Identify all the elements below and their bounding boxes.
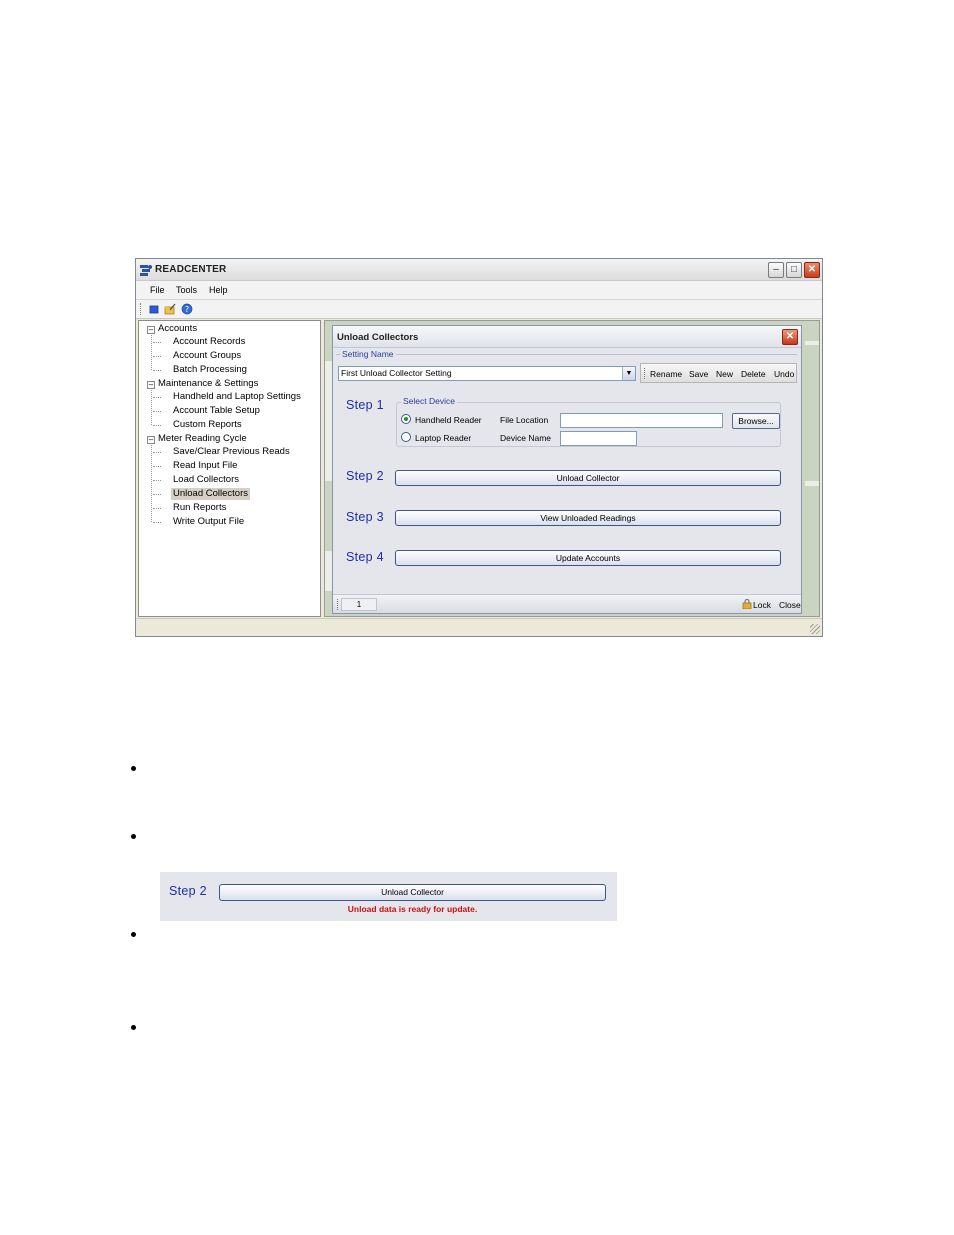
svg-text:?: ? <box>185 305 189 314</box>
close-window-button[interactable]: ✕ <box>804 262 820 278</box>
delete-button[interactable]: Delete <box>741 369 766 379</box>
bullet-point-3 <box>131 932 136 937</box>
tree-item-handheld-laptop-settings[interactable]: Handheld and Laptop Settings <box>173 391 301 403</box>
workspace-map-background: Unload Collectors ✕ Setting Name First U… <box>324 320 820 617</box>
folder-edit-icon[interactable] <box>164 303 176 315</box>
undo-button[interactable]: Undo <box>774 369 794 379</box>
menu-bar: File Tools Help <box>136 281 822 300</box>
snippet-step-2-label: Step 2 <box>169 884 207 898</box>
menu-tools[interactable]: Tools <box>176 285 197 295</box>
bullet-point-4 <box>131 1025 136 1030</box>
dialog-title: Unload Collectors <box>337 332 419 343</box>
radio-selected-icon <box>404 417 408 421</box>
select-device-label: Select Device <box>401 396 457 406</box>
select-device-group: Select Device Handheld Reader Laptop Rea… <box>396 396 781 447</box>
tree-group-meter-reading-cycle[interactable]: Meter Reading Cycle <box>158 433 247 445</box>
setting-name-value: First Unload Collector Setting <box>341 368 452 378</box>
menu-file[interactable]: File <box>150 285 165 295</box>
toolbar-grip[interactable] <box>644 368 646 379</box>
browse-button[interactable]: Browse... <box>732 413 780 429</box>
laptop-reader-label[interactable]: Laptop Reader <box>415 433 471 443</box>
unload-collector-button[interactable]: Unload Collector <box>395 470 781 486</box>
lock-button[interactable]: Lock <box>753 600 771 610</box>
setting-name-group: Setting Name First Unload Collector Sett… <box>336 349 797 384</box>
app-title: READCENTER <box>155 264 227 275</box>
stop-icon[interactable] <box>148 303 160 315</box>
setting-name-label: Setting Name <box>340 349 396 359</box>
bullet-point-1 <box>131 766 136 771</box>
close-icon: ✕ <box>807 264 817 275</box>
dialog-title-bar[interactable]: Unload Collectors ✕ <box>333 326 801 348</box>
tree-item-read-input-file[interactable]: Read Input File <box>173 460 237 472</box>
file-location-input[interactable] <box>560 413 723 428</box>
readcenter-window: READCENTER ‒ □ ✕ File Tools Help ? – Acc… <box>135 258 823 637</box>
tree-item-custom-reports[interactable]: Custom Reports <box>173 419 242 431</box>
dialog-status-bar: 1 Lock Close <box>333 594 801 613</box>
maximize-icon: □ <box>790 264 798 275</box>
tree-item-run-reports[interactable]: Run Reports <box>173 502 226 514</box>
window-status-bar <box>136 618 822 636</box>
setting-actions-toolbar: Rename Save New Delete Undo <box>640 363 797 383</box>
file-location-label: File Location <box>500 415 549 425</box>
tree-item-account-records[interactable]: Account Records <box>173 336 245 348</box>
menu-help[interactable]: Help <box>209 285 228 295</box>
tree-item-write-output-file[interactable]: Write Output File <box>173 516 244 528</box>
tree-item-account-table-setup[interactable]: Account Table Setup <box>173 405 260 417</box>
step-2-label: Step 2 <box>346 469 384 483</box>
readcenter-logo-icon <box>140 265 152 276</box>
unload-ready-message: Unload data is ready for update. <box>347 904 478 914</box>
handheld-reader-label[interactable]: Handheld Reader <box>415 415 482 425</box>
laptop-reader-radio[interactable] <box>401 432 411 442</box>
snippet-unload-collector-button[interactable]: Unload Collector <box>219 884 606 901</box>
step-2-snippet: Step 2 Unload Collector Unload data is r… <box>160 872 617 921</box>
collapse-accounts-icon[interactable]: – <box>147 326 155 334</box>
toolbar: ? <box>136 300 822 319</box>
update-accounts-button[interactable]: Update Accounts <box>395 550 781 566</box>
collapse-maintenance-icon[interactable]: – <box>147 381 155 389</box>
step-1-label: Step 1 <box>346 398 384 412</box>
new-button[interactable]: New <box>716 369 733 379</box>
step-4-label: Step 4 <box>346 550 384 564</box>
close-icon: ✕ <box>785 331 795 342</box>
minimize-button[interactable]: ‒ <box>768 262 784 278</box>
resize-grip-icon[interactable] <box>810 624 820 634</box>
tree-group-maintenance[interactable]: Maintenance & Settings <box>158 378 258 390</box>
handheld-reader-radio[interactable] <box>401 414 411 424</box>
tree-item-unload-collectors[interactable]: Unload Collectors <box>171 488 250 500</box>
setting-name-select[interactable]: First Unload Collector Setting ▼ <box>338 366 636 381</box>
lock-icon[interactable] <box>742 599 752 609</box>
dialog-close-button[interactable]: ✕ <box>782 329 798 345</box>
minimize-icon: ‒ <box>773 264 779 275</box>
tree-item-save-clear-reads[interactable]: Save/Clear Previous Reads <box>173 446 290 458</box>
unload-collectors-dialog: Unload Collectors ✕ Setting Name First U… <box>332 325 802 614</box>
close-button[interactable]: Close <box>779 600 801 610</box>
tree-group-accounts[interactable]: Accounts <box>158 323 197 335</box>
page-number: 1 <box>341 598 377 611</box>
maximize-button[interactable]: □ <box>786 262 802 278</box>
tree-item-account-groups[interactable]: Account Groups <box>173 350 241 362</box>
device-name-input[interactable] <box>560 431 637 446</box>
chevron-down-icon[interactable]: ▼ <box>622 367 635 380</box>
tree-item-batch-processing[interactable]: Batch Processing <box>173 364 247 376</box>
tree-item-load-collectors[interactable]: Load Collectors <box>173 474 239 486</box>
device-name-label: Device Name <box>500 433 552 443</box>
view-unloaded-readings-button[interactable]: View Unloaded Readings <box>395 510 781 526</box>
title-bar[interactable]: READCENTER ‒ □ ✕ <box>136 259 822 281</box>
navigation-tree: – Accounts Account Records Account Group… <box>138 320 321 617</box>
bullet-point-2 <box>131 834 136 839</box>
rename-button[interactable]: Rename <box>650 369 682 379</box>
save-button[interactable]: Save <box>689 369 708 379</box>
toolbar-grip[interactable] <box>337 599 339 610</box>
step-3-label: Step 3 <box>346 510 384 524</box>
help-icon[interactable]: ? <box>181 303 193 315</box>
toolbar-grip[interactable] <box>140 303 142 315</box>
collapse-meter-reading-icon[interactable]: – <box>147 436 155 444</box>
